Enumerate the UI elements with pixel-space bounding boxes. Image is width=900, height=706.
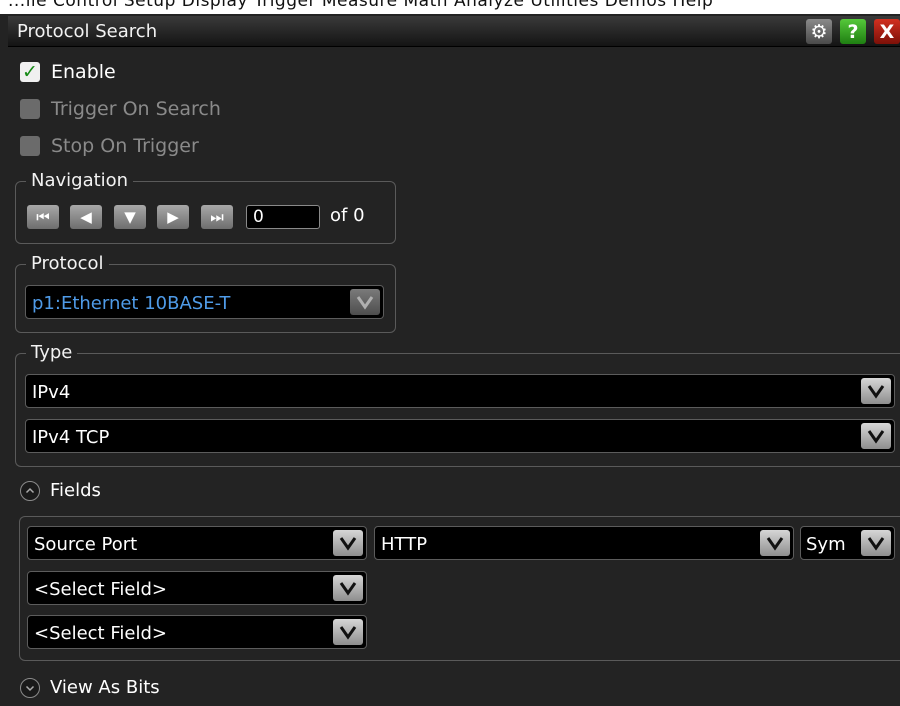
result-index-input[interactable]: [246, 205, 320, 229]
trigger-on-search-checkbox[interactable]: [20, 99, 40, 119]
first-result-button[interactable]: ⏮: [27, 205, 59, 229]
chevron-down-icon[interactable]: [333, 575, 363, 601]
field-value-select-value: HTTP: [381, 534, 428, 555]
protocol-select-value: p1:Ethernet 10BASE-T: [32, 293, 231, 314]
navigation-group-label: Navigation: [26, 170, 134, 191]
field-format-select[interactable]: Sym: [800, 526, 895, 560]
menu-bar[interactable]: ...ile Control Setup Display Trigger Mea…: [0, 0, 900, 14]
jump-result-button[interactable]: ▼: [114, 205, 146, 229]
chevron-down-icon[interactable]: [861, 378, 891, 404]
field-select-2[interactable]: <Select Field>: [27, 571, 367, 605]
previous-result-button[interactable]: ◀: [70, 205, 102, 229]
dialog-titlebar[interactable]: Protocol Search ⚙ ? X: [8, 16, 900, 47]
chevron-down-icon[interactable]: [350, 289, 380, 315]
chevron-down-icon[interactable]: [760, 530, 790, 556]
close-icon[interactable]: X: [874, 19, 900, 44]
field-select-3[interactable]: <Select Field>: [27, 615, 367, 649]
expand-icon[interactable]: [20, 677, 40, 698]
enable-checkbox[interactable]: ✓: [20, 61, 40, 83]
stop-on-trigger-row[interactable]: Stop On Trigger: [20, 135, 199, 157]
trigger-on-search-row[interactable]: Trigger On Search: [20, 98, 221, 120]
protocol-select[interactable]: p1:Ethernet 10BASE-T: [25, 285, 384, 319]
field-value-select[interactable]: HTTP: [374, 526, 794, 560]
chevron-right-icon: ▶: [167, 208, 179, 226]
checkmark-icon: ✓: [22, 61, 38, 83]
help-icon[interactable]: ?: [840, 19, 866, 44]
view-as-bits-toggle[interactable]: View As Bits: [20, 677, 160, 698]
trigger-on-search-label: Trigger On Search: [51, 98, 221, 120]
type-select[interactable]: IPv4: [25, 374, 895, 408]
collapse-icon[interactable]: [20, 480, 40, 501]
stop-on-trigger-label: Stop On Trigger: [51, 135, 199, 157]
chevron-down-icon[interactable]: [333, 530, 363, 556]
fields-label: Fields: [50, 480, 101, 501]
enable-checkbox-row[interactable]: ✓ Enable: [20, 61, 116, 83]
field-select-2-value: <Select Field>: [34, 579, 167, 600]
stop-on-trigger-checkbox[interactable]: [20, 136, 40, 156]
field-select-1[interactable]: Source Port: [27, 526, 367, 560]
menu-bar-text[interactable]: ...ile Control Setup Display Trigger Mea…: [8, 0, 713, 11]
field-format-select-value: Sym: [806, 534, 846, 555]
last-result-button[interactable]: ⏭: [201, 205, 233, 229]
chevron-down-icon: ▼: [124, 208, 136, 226]
view-as-bits-label: View As Bits: [50, 677, 160, 698]
chevron-down-icon[interactable]: [861, 530, 891, 556]
fields-toggle[interactable]: Fields: [20, 480, 101, 501]
next-result-button[interactable]: ▶: [157, 205, 189, 229]
type-select-value: IPv4: [32, 382, 71, 403]
subtype-select[interactable]: IPv4 TCP: [25, 419, 895, 453]
gear-icon[interactable]: ⚙: [806, 19, 832, 44]
enable-label: Enable: [51, 61, 116, 83]
skip-first-icon: ⏮: [36, 208, 50, 226]
result-count-label: of 0: [330, 205, 365, 226]
field-select-1-value: Source Port: [34, 534, 138, 555]
chevron-down-icon[interactable]: [861, 423, 891, 449]
field-select-3-value: <Select Field>: [34, 623, 167, 644]
chevron-down-icon[interactable]: [333, 619, 363, 645]
dialog-title: Protocol Search: [17, 21, 158, 42]
type-group-label: Type: [26, 342, 78, 363]
subtype-select-value: IPv4 TCP: [32, 427, 110, 448]
skip-last-icon: ⏭: [210, 208, 224, 226]
chevron-left-icon: ◀: [80, 208, 92, 226]
protocol-group-label: Protocol: [26, 253, 109, 274]
